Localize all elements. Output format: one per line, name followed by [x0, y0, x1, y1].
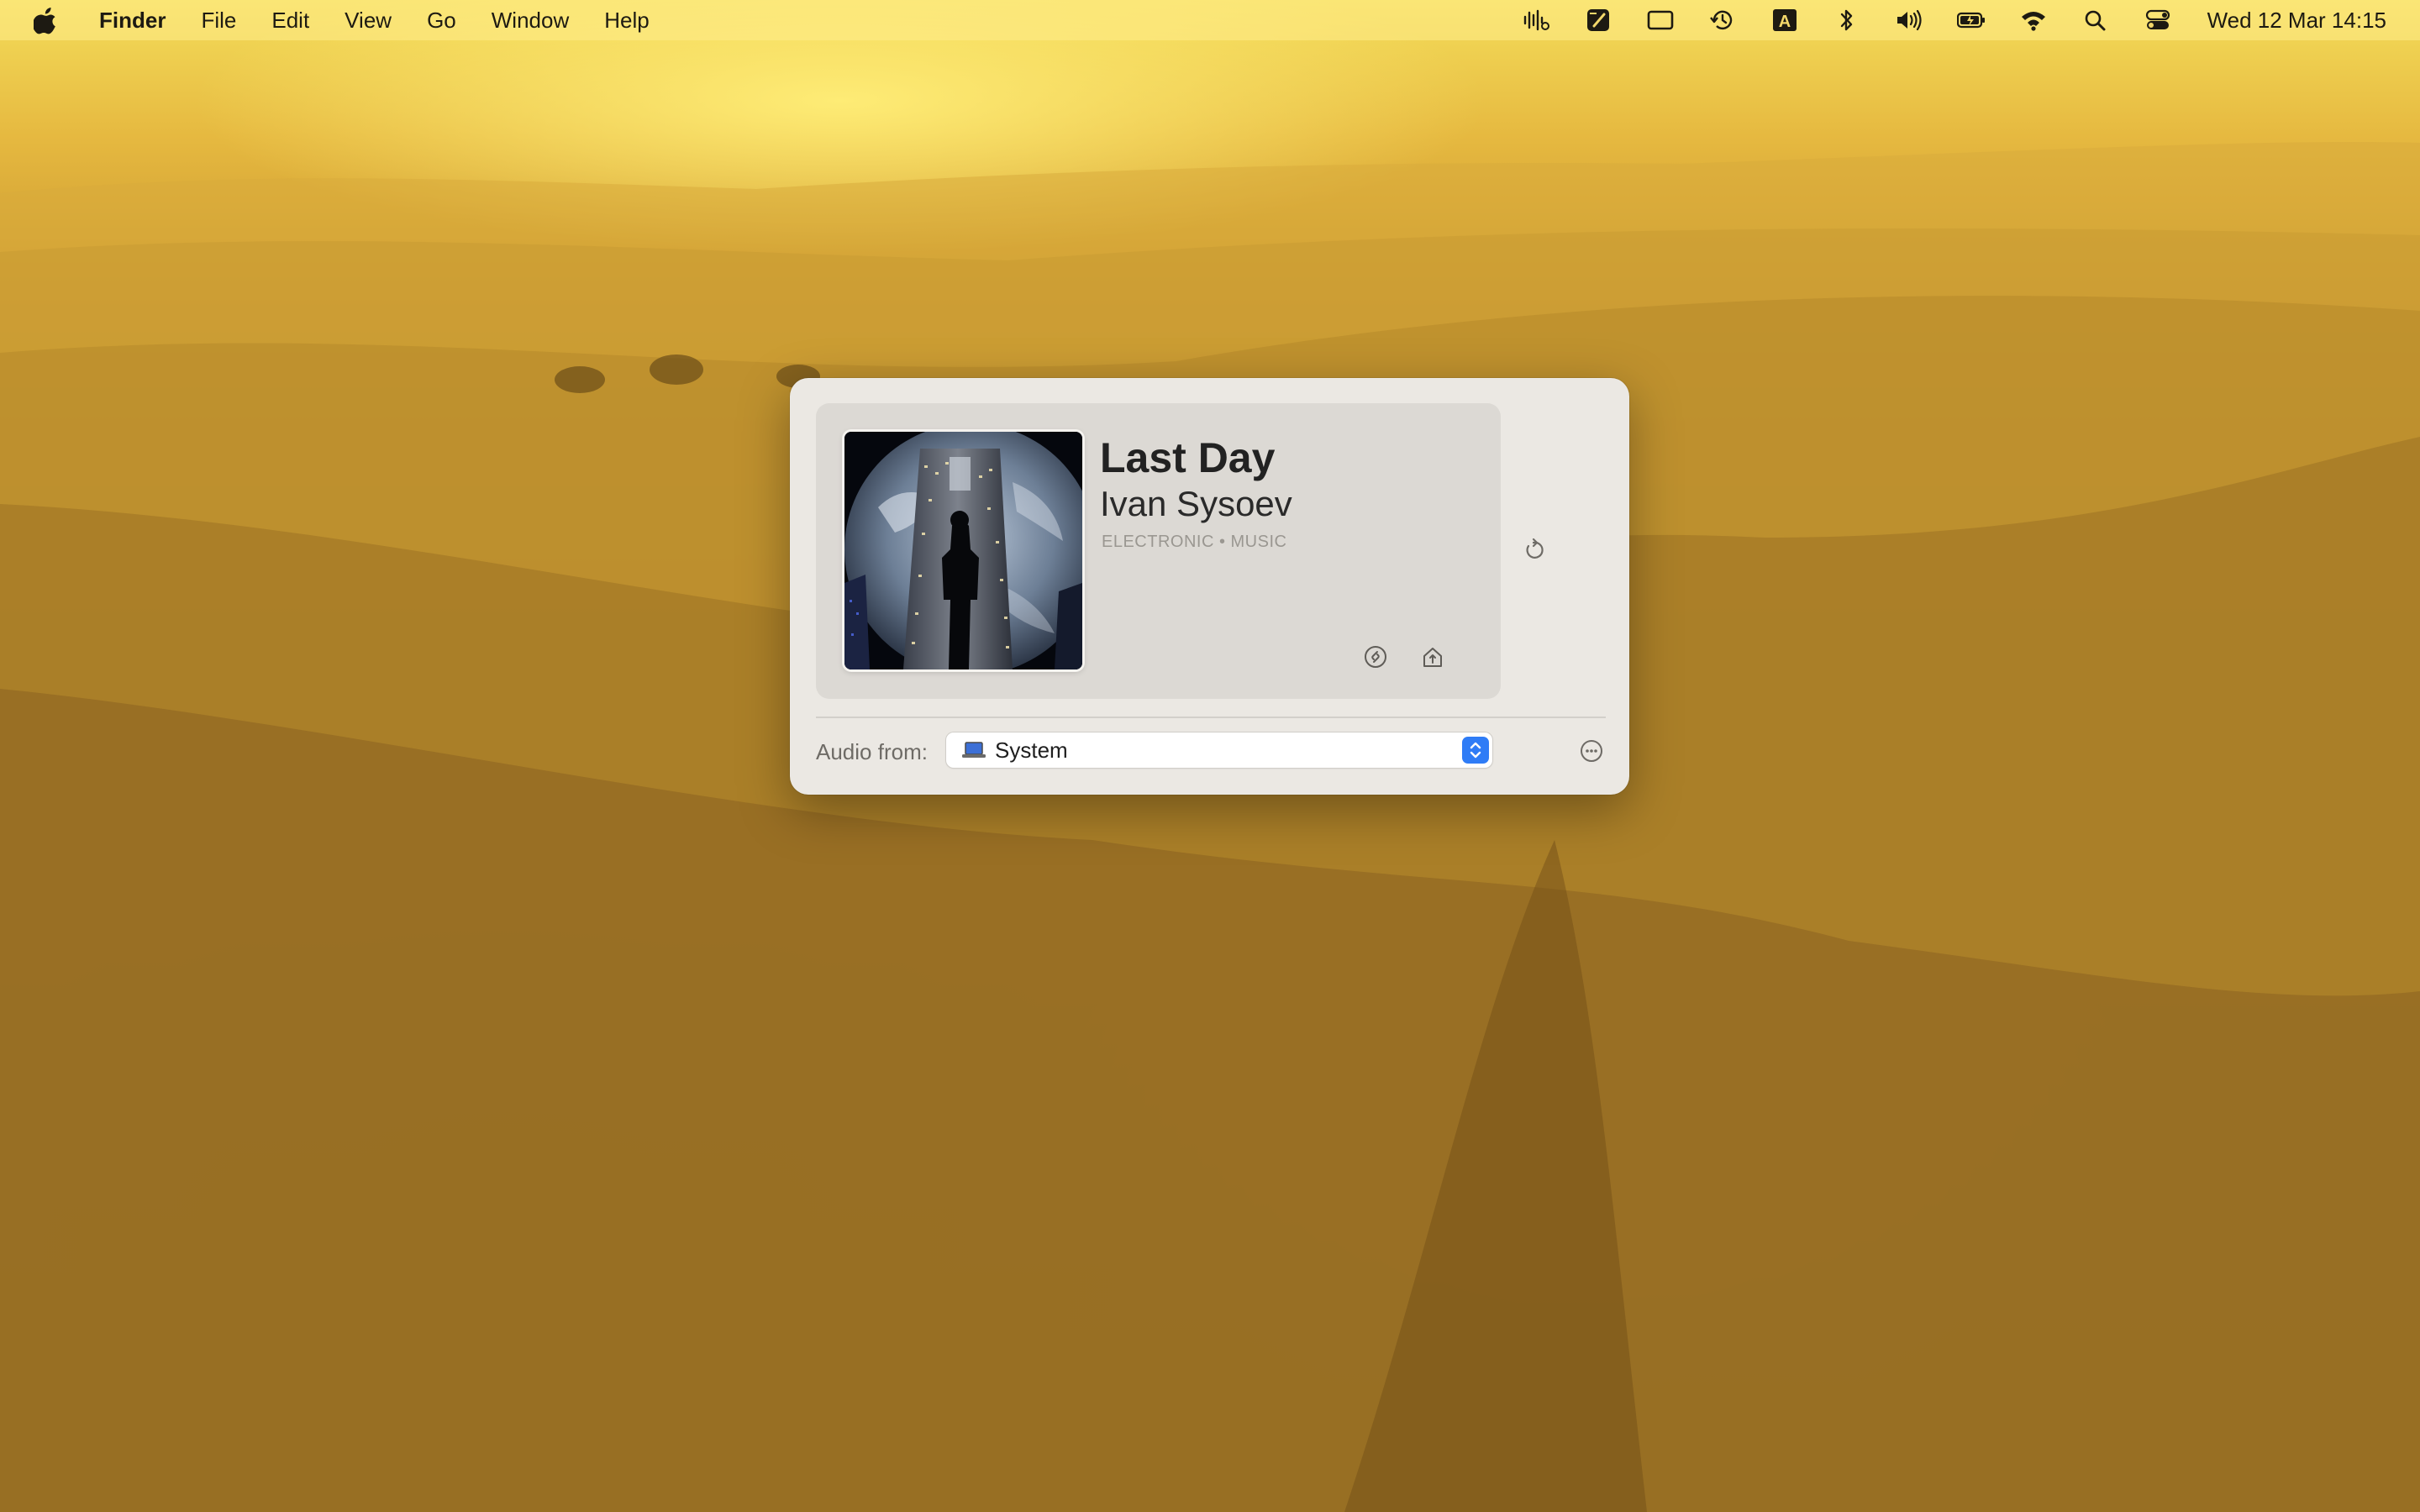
laptop-icon [961, 740, 986, 760]
menu-help[interactable]: Help [604, 8, 649, 34]
chevron-up-down-icon[interactable] [1462, 737, 1489, 764]
bluetooth-icon[interactable] [1831, 6, 1863, 34]
time-machine-icon[interactable] [1707, 6, 1739, 34]
screen-mirroring-icon[interactable] [1644, 6, 1676, 34]
volume-icon[interactable] [1893, 6, 1925, 34]
track-artist: Ivan Sysoev [1100, 484, 1292, 523]
spotlight-search-icon[interactable] [2080, 6, 2112, 34]
menu-file[interactable]: File [201, 8, 236, 34]
home-share-icon[interactable] [1416, 640, 1449, 674]
control-center-icon[interactable] [2142, 6, 2174, 34]
menu-view[interactable]: View [345, 8, 392, 34]
music-recognition-widget: Last Day Ivan Sysoev ELECTRONIC • MUSIC … [790, 378, 1629, 795]
menubar-clock[interactable]: Wed 12 Mar 14:15 [2207, 8, 2386, 34]
menu-window[interactable]: Window [492, 8, 569, 34]
now-playing-card: Last Day Ivan Sysoev ELECTRONIC • MUSIC [816, 403, 1501, 699]
album-artwork-image[interactable] [844, 432, 1082, 669]
audio-source-value: System [995, 737, 1068, 763]
refresh-icon[interactable] [1517, 533, 1550, 567]
shazam-icon[interactable] [1359, 640, 1392, 674]
track-title: Last Day [1100, 434, 1276, 481]
input-source-icon[interactable]: A [1769, 6, 1801, 34]
divider [816, 717, 1606, 718]
audio-waveform-icon[interactable] [1520, 6, 1552, 34]
svg-text:A: A [1778, 13, 1790, 31]
more-ellipsis-icon[interactable] [1576, 735, 1607, 767]
wifi-icon[interactable] [2018, 6, 2049, 34]
menu-go[interactable]: Go [427, 8, 456, 34]
apple-logo-icon[interactable] [32, 6, 59, 34]
menu-app-finder[interactable]: Finder [99, 8, 166, 34]
menu-bar: Finder File Edit View Go Window Help A W… [0, 0, 2420, 40]
battery-icon[interactable] [1955, 6, 1987, 34]
notes-icon[interactable] [1582, 6, 1614, 34]
track-genre: ELECTRONIC • MUSIC [1102, 533, 1287, 551]
menu-edit[interactable]: Edit [271, 8, 309, 34]
audio-source-label: Audio from: [816, 739, 928, 764]
audio-source-select[interactable]: System [946, 732, 1492, 768]
